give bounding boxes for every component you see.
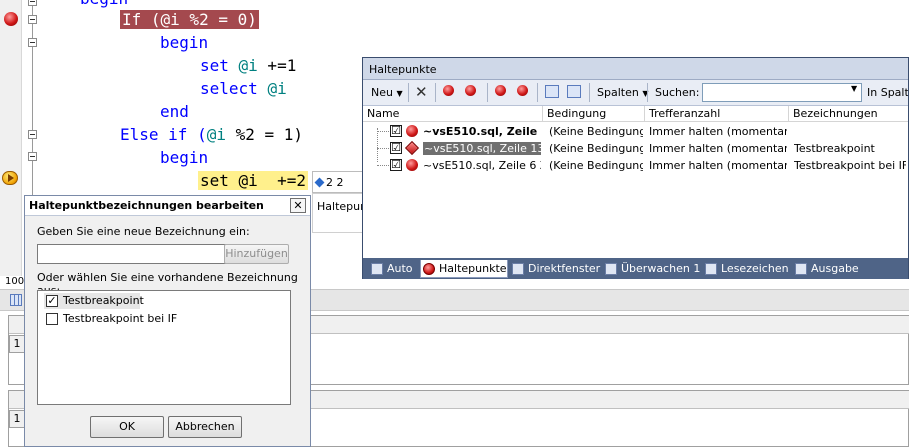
search-input[interactable]: [702, 83, 862, 102]
breakpoints-window-title: Haltepunkte: [363, 58, 908, 80]
breakpoint-icon: [406, 159, 418, 171]
add-button[interactable]: Hinzufügen: [224, 244, 289, 264]
code-line: select @i: [200, 79, 287, 98]
tool-window-tabs: Auto Haltepunkte Direktfenster Überwache…: [363, 258, 908, 279]
bookmarks-window-icon: [705, 263, 717, 275]
goto-source-icon[interactable]: [495, 85, 511, 101]
datatip[interactable]: 2 2: [312, 171, 364, 193]
column-header-labels[interactable]: Bezeichnungen: [789, 106, 908, 122]
label-item[interactable]: ✓ Testbreakpoint: [44, 293, 144, 309]
breakpoint-row[interactable]: ☑ ~vsE510.sql, Zeile 6 Zeic (Keine Bedin…: [363, 157, 908, 174]
code-line: begin: [160, 148, 209, 167]
columns-dropdown-button[interactable]: Spalten ▼: [597, 83, 648, 102]
new-label-prompt: Geben Sie eine neue Bezeichnung ein:: [37, 225, 250, 238]
hint-popup: Haltepun: [312, 193, 364, 233]
code-line: Else if (@i %2 = 1): [120, 125, 304, 144]
delete-icon[interactable]: ✕: [415, 83, 428, 102]
code-line: end: [160, 102, 189, 121]
tab-bookmarks[interactable]: Lesezeichen: [703, 260, 789, 278]
fold-toggle-icon[interactable]: [28, 38, 37, 47]
code-line: begin: [80, 0, 128, 9]
code-line: set @i +=1: [200, 56, 297, 75]
auto-window-icon: [371, 263, 383, 275]
search-label: Suchen:: [655, 86, 700, 99]
watch-window-icon: [605, 263, 617, 275]
fold-toggle-icon[interactable]: [28, 0, 37, 6]
zoom-level[interactable]: 100: [5, 276, 24, 287]
breakpoints-toolbar: Neu ▼ ✕ Spalten ▼ Suchen: ▼ In Spalte: [363, 80, 908, 106]
breakpoint-enabled-checkbox[interactable]: ☑: [390, 142, 402, 154]
delete-all-breakpoints-icon[interactable]: [443, 85, 459, 101]
fold-toggle-icon[interactable]: [28, 152, 37, 161]
tab-watch-1[interactable]: Überwachen 1: [603, 260, 700, 278]
breakpoint-row[interactable]: ☑ ~vsE510.sql, Zeile 13 (Keine Bedingung…: [363, 123, 908, 140]
tab-auto[interactable]: Auto: [369, 260, 413, 278]
label-item[interactable]: Testbreakpoint bei IF: [44, 311, 177, 327]
variable-value-icon: [314, 177, 325, 188]
breakpoints-window-icon: [423, 263, 435, 275]
conditional-breakpoint-icon: [404, 140, 420, 156]
disable-all-breakpoints-icon[interactable]: [465, 85, 481, 101]
tab-immediate[interactable]: Direktfenster: [510, 260, 600, 278]
breakpoint-row[interactable]: ☑ ~vsE510.sql, Zeile 13 Ze (Keine Beding…: [363, 140, 908, 157]
row-number[interactable]: 1: [9, 410, 25, 428]
tab-output[interactable]: Ausgabe: [793, 260, 859, 278]
breakpoint-gutter[interactable]: [0, 0, 22, 276]
cancel-button[interactable]: Abbrechen: [168, 416, 242, 438]
code-line-current-statement: set @i +=2: [198, 171, 308, 190]
column-header-name[interactable]: Name: [363, 106, 543, 122]
column-header-hitcount[interactable]: Trefferanzahl: [645, 106, 789, 122]
in-columns-label[interactable]: In Spalte: [867, 83, 908, 102]
search-dropdown-arrow-icon[interactable]: ▼: [851, 84, 857, 93]
import-icon[interactable]: [567, 85, 581, 98]
code-line-breakpoint: If (@i %2 = 0): [120, 10, 259, 29]
close-icon[interactable]: ✕: [290, 198, 306, 213]
fold-toggle-icon[interactable]: [28, 130, 37, 139]
tab-breakpoints[interactable]: Haltepunkte: [420, 260, 508, 278]
breakpoints-list[interactable]: Name Bedingung Trefferanzahl Bezeichnung…: [363, 106, 908, 258]
breakpoints-window[interactable]: Haltepunkte Neu ▼ ✕ Spalten ▼ Suchen: ▼ …: [362, 57, 909, 279]
current-statement-arrow-icon: [2, 171, 18, 185]
grid-results-icon[interactable]: [10, 294, 22, 306]
code-line: begin: [160, 33, 209, 52]
row-number[interactable]: 1: [9, 335, 25, 353]
new-label-input[interactable]: [37, 244, 243, 264]
immediate-window-icon: [512, 263, 524, 275]
breakpoint-icon: [406, 125, 418, 137]
edit-breakpoint-labels-dialog[interactable]: Haltepunktbezeichnungen bearbeiten ✕ Geb…: [24, 195, 311, 447]
export-icon[interactable]: [545, 85, 559, 98]
output-window-icon: [795, 263, 807, 275]
ok-button[interactable]: OK: [90, 416, 164, 438]
existing-labels-list[interactable]: ✓ Testbreakpoint Testbreakpoint bei IF: [37, 290, 291, 405]
breakpoint-icon[interactable]: [4, 12, 18, 26]
new-dropdown-button[interactable]: Neu ▼: [371, 83, 403, 102]
breakpoint-enabled-checkbox[interactable]: ☑: [390, 125, 402, 137]
fold-toggle-icon[interactable]: [28, 15, 37, 24]
dialog-title: Haltepunktbezeichnungen bearbeiten: [25, 196, 310, 216]
column-header-condition[interactable]: Bedingung: [543, 106, 645, 122]
label-checkbox[interactable]: [46, 313, 58, 325]
breakpoint-enabled-checkbox[interactable]: ☑: [390, 159, 402, 171]
goto-disassembly-icon[interactable]: [517, 85, 533, 101]
label-checkbox[interactable]: ✓: [46, 295, 58, 307]
